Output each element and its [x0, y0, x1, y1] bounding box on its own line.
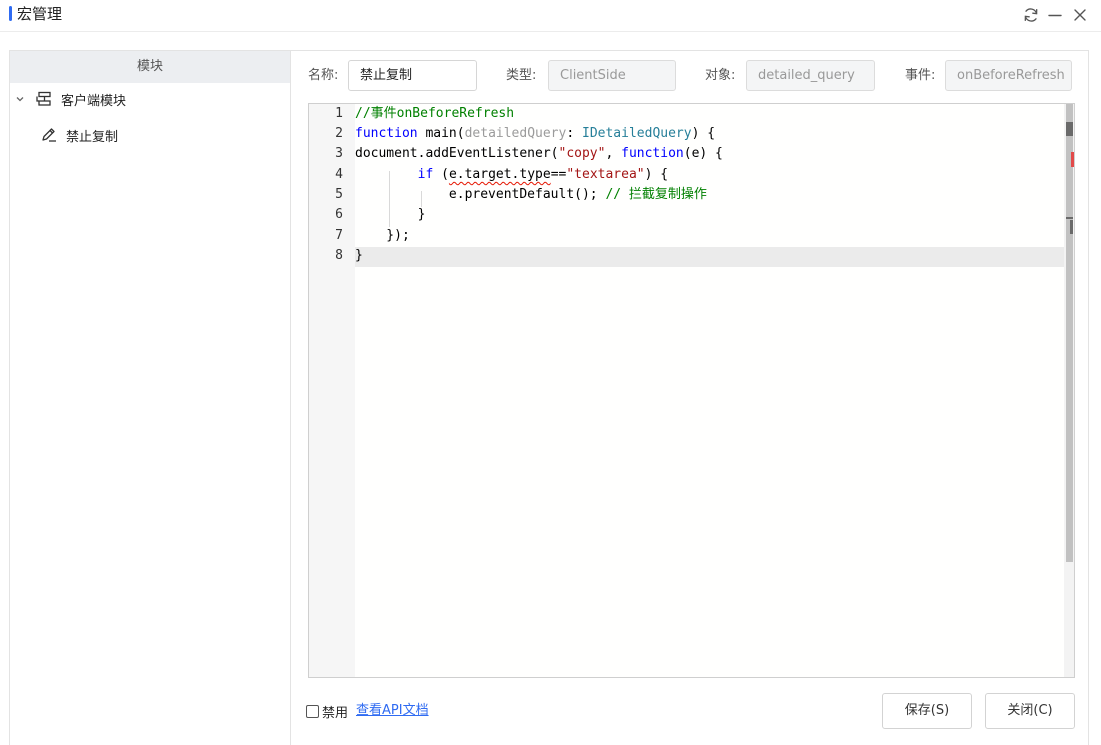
close-button[interactable]: 关闭(C) — [985, 693, 1075, 729]
module-panel-header: 模块 — [10, 51, 290, 83]
overview-ruler-mark — [1070, 220, 1073, 234]
code-line: function main(detailedQuery: IDetailedQu… — [355, 126, 716, 141]
overview-ruler-error-mark — [1071, 152, 1074, 167]
tree-node-label: 客户端模块 — [61, 93, 127, 109]
line-number: 8 — [335, 248, 343, 263]
event-input: onBeforeRefresh — [945, 60, 1072, 91]
tree-node-label: 禁止复制 — [66, 129, 119, 145]
type-label: 类型: — [506, 68, 537, 83]
disable-label: 禁用 — [322, 706, 349, 721]
line-number-gutter: 1 2 3 4 5 6 7 8 — [309, 104, 355, 677]
module-panel: 模块 客户端模块 禁止复制 — [9, 50, 291, 745]
event-label: 事件: — [905, 68, 936, 83]
code-line: }); — [355, 228, 410, 243]
scrollbar-thumb[interactable] — [1066, 104, 1073, 562]
save-button[interactable]: 保存(S) — [882, 693, 972, 729]
edit-pen-icon — [40, 126, 58, 144]
line-number: 7 — [335, 228, 343, 243]
line-number: 1 — [335, 106, 343, 121]
line-number: 2 — [335, 126, 343, 141]
line-number: 6 — [335, 207, 343, 222]
object-input: detailed_query — [746, 60, 875, 91]
name-label: 名称: — [308, 68, 339, 83]
type-input: ClientSide — [548, 60, 676, 91]
checkbox-box[interactable] — [306, 705, 319, 718]
line-number: 3 — [335, 146, 343, 161]
close-icon[interactable] — [1069, 4, 1091, 26]
code-line: } — [355, 248, 363, 263]
name-input[interactable]: 禁止复制 — [348, 60, 477, 91]
chevron-down-icon[interactable] — [15, 94, 25, 104]
code-line: //事件onBeforeRefresh — [355, 106, 515, 121]
overview-ruler-mark — [1066, 217, 1073, 219]
api-docs-link[interactable]: 查看API文档 — [356, 702, 429, 720]
refresh-icon[interactable] — [1020, 4, 1042, 26]
code-line: document.addEventListener("copy", functi… — [355, 146, 723, 161]
object-label: 对象: — [705, 68, 736, 83]
editor-scrollbar[interactable] — [1064, 104, 1074, 677]
code-area[interactable]: //事件onBeforeRefresh function main(detail… — [355, 104, 1064, 677]
code-editor[interactable]: 1 2 3 4 5 6 7 8 //事件onBeforeRefresh func… — [308, 103, 1075, 678]
overview-ruler-mark — [1066, 122, 1073, 136]
line-number: 5 — [335, 187, 343, 202]
code-line: e.preventDefault(); // 拦截复制操作 — [355, 187, 707, 202]
minimize-icon[interactable] — [1044, 4, 1066, 26]
tree-node-client-module[interactable]: 客户端模块 — [10, 85, 126, 113]
tree-node-disable-copy[interactable]: 禁止复制 — [40, 121, 118, 149]
title-bar: 宏管理 — [0, 0, 1101, 32]
line-number: 4 — [335, 167, 343, 182]
disable-checkbox[interactable]: 禁用 — [306, 702, 348, 721]
code-line: } — [355, 207, 426, 222]
window-title: 宏管理 — [17, 5, 63, 23]
title-accent-bar — [9, 6, 12, 21]
module-icon — [35, 90, 53, 108]
code-line: if (e.target.type=="textarea") { — [417, 167, 669, 182]
